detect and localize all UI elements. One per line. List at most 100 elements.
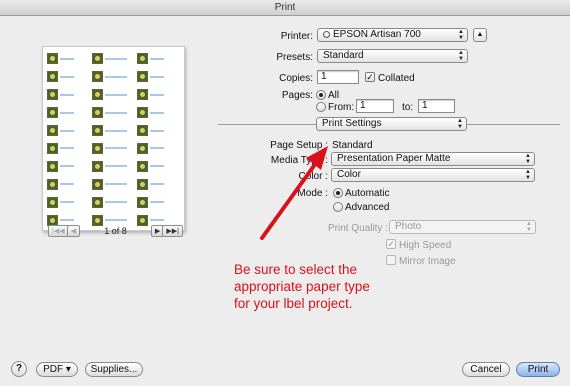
label-text-line: [105, 129, 127, 132]
label-text-line: [105, 147, 127, 150]
label-image: [137, 160, 148, 172]
label-image: [92, 142, 103, 154]
printer-label: Printer:: [280, 31, 313, 42]
label-thumbnails: [47, 51, 182, 228]
media-type-popup[interactable]: Presentation Paper Matte ▲ ▼: [331, 152, 535, 166]
label-thumbnail: [47, 69, 92, 85]
mode-advanced-label: Advanced: [345, 202, 390, 213]
label-text-line: [60, 147, 74, 150]
label-text-line: [60, 57, 74, 60]
mirror-image-checkbox[interactable]: [386, 255, 396, 265]
pages-from-label: From:: [328, 102, 355, 113]
cancel-button[interactable]: Cancel: [462, 362, 510, 377]
help-button[interactable]: ?: [11, 361, 27, 377]
annotation-text: Be sure to select the appropriate paper …: [234, 262, 370, 311]
mode-automatic-radio[interactable]: [333, 188, 343, 198]
page-preview: [42, 46, 185, 231]
label-thumbnail: [137, 105, 182, 121]
label-image: [47, 160, 58, 172]
pages-to-label: to:: [402, 102, 414, 113]
mode-label: Mode :: [297, 188, 328, 199]
popup-arrows-icon: ▲ ▼: [457, 118, 463, 130]
label-thumbnail: [137, 69, 182, 85]
label-image: [92, 160, 103, 172]
label-image: [47, 53, 58, 65]
label-thumbnail: [92, 176, 137, 192]
mode-automatic-label: Automatic: [345, 188, 390, 199]
label-image: [137, 196, 148, 208]
print-dialog: |◀◀ ◀ 1 of 8 ▶ ▶▶| Printer: EPSON Artisa…: [0, 16, 570, 386]
color-popup[interactable]: Color ▲ ▼: [331, 168, 535, 182]
label-image: [137, 142, 148, 154]
pages-from-input[interactable]: 1: [356, 99, 394, 113]
media-type-label: Media Type :: [270, 155, 328, 166]
label-text-line: [60, 75, 74, 78]
label-text-line: [150, 183, 164, 186]
media-type-value: Presentation Paper Matte: [337, 153, 451, 164]
prev-page-button[interactable]: ◀: [66, 225, 81, 237]
label-text-line: [150, 201, 164, 204]
section-popup[interactable]: Print Settings ▲ ▼: [316, 117, 467, 131]
label-thumbnail: [47, 194, 92, 210]
label-thumbnail: [92, 140, 137, 156]
label-image: [92, 178, 103, 190]
page-count: 1 of 8: [104, 226, 127, 236]
label-thumbnail: [92, 158, 137, 174]
print-quality-value: Photo: [395, 221, 422, 232]
label-text-line: [150, 57, 164, 60]
high-speed-label: High Speed: [399, 240, 452, 251]
label-image: [47, 89, 58, 101]
copies-input[interactable]: 1: [317, 70, 359, 84]
printer-popup[interactable]: EPSON Artisan 700 ▲ ▼: [317, 28, 468, 42]
label-thumbnail: [92, 105, 137, 121]
print-button[interactable]: Print: [516, 362, 560, 377]
label-image: [92, 53, 103, 65]
high-speed-checkbox[interactable]: ✓: [386, 239, 396, 249]
label-image: [47, 178, 58, 190]
label-text-line: [105, 111, 127, 114]
label-image: [92, 89, 103, 101]
pdf-menu-button[interactable]: PDF ▾: [36, 362, 78, 377]
label-text-line: [60, 129, 74, 132]
print-quality-popup[interactable]: Photo ▲ ▼: [389, 220, 536, 234]
label-image: [92, 196, 103, 208]
popup-arrows-icon: ▲ ▼: [526, 221, 532, 233]
label-image: [47, 107, 58, 119]
label-text-line: [60, 111, 74, 114]
label-image: [137, 107, 148, 119]
copies-label: Copies:: [279, 73, 313, 84]
first-page-button[interactable]: |◀◀: [48, 225, 69, 237]
label-thumbnail: [47, 105, 92, 121]
print-quality-label: Print Quality :: [327, 223, 388, 234]
printer-expand-button[interactable]: ▲: [473, 28, 487, 42]
label-thumbnail: [47, 123, 92, 139]
supplies-button[interactable]: Supplies...: [85, 362, 143, 377]
last-page-button[interactable]: ▶▶|: [162, 225, 183, 237]
label-thumbnail: [137, 194, 182, 210]
label-thumbnail: [47, 158, 92, 174]
pages-from-radio[interactable]: [316, 102, 326, 112]
label-image: [137, 71, 148, 83]
label-thumbnail: [47, 176, 92, 192]
label-image: [137, 53, 148, 65]
presets-value: Standard: [323, 50, 364, 61]
label-text-line: [105, 93, 127, 96]
collated-checkbox[interactable]: ✓: [365, 72, 375, 82]
mode-advanced-radio[interactable]: [333, 202, 343, 212]
label-text-line: [105, 183, 127, 186]
section-value: Print Settings: [322, 118, 382, 129]
label-thumbnail: [137, 51, 182, 67]
popup-arrows-icon: ▲ ▼: [525, 169, 531, 181]
label-image: [92, 71, 103, 83]
label-text-line: [105, 57, 127, 60]
label-image: [92, 107, 103, 119]
pages-to-input[interactable]: 1: [418, 99, 455, 113]
label-text-line: [60, 93, 74, 96]
presets-label: Presets:: [276, 52, 313, 63]
label-thumbnail: [137, 87, 182, 103]
presets-popup[interactable]: Standard ▲ ▼: [317, 49, 468, 63]
collated-label: Collated: [378, 73, 415, 84]
pages-all-radio[interactable]: [316, 90, 326, 100]
label-text-line: [150, 93, 164, 96]
label-text-line: [105, 219, 127, 222]
